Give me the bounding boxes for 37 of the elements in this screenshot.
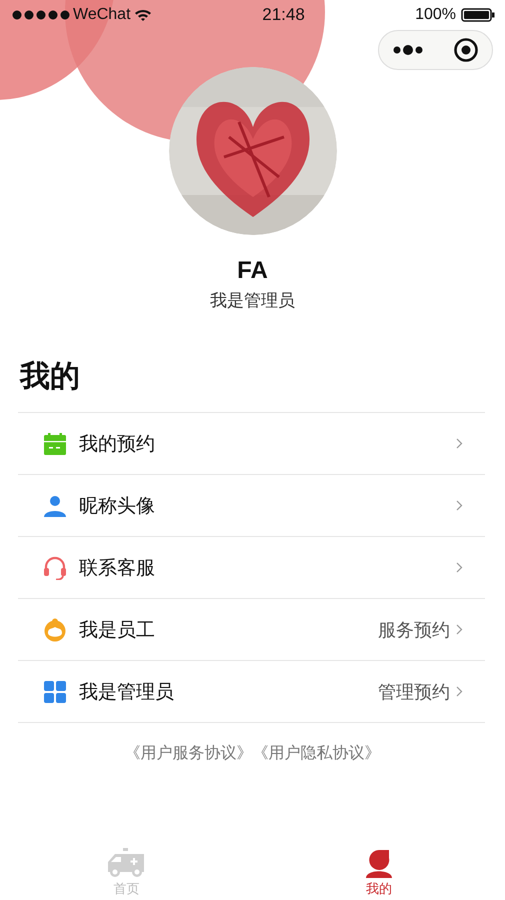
grid-icon	[43, 680, 67, 704]
menu-value: 服务预约	[378, 618, 450, 642]
calendar-icon	[43, 432, 67, 456]
agreement-link[interactable]: 《用户服务协议》	[124, 743, 252, 764]
target-icon	[452, 37, 479, 63]
chevron-icon	[456, 624, 463, 635]
wifi-icon	[134, 8, 152, 22]
section-title: 我的	[20, 358, 81, 396]
menu-item[interactable]: 我是管理员 管理预约	[18, 661, 485, 723]
menu-label: 联系客服	[79, 556, 156, 580]
menu-label: 我是员工	[79, 618, 156, 642]
menu-label: 我的预约	[79, 432, 156, 456]
chevron-icon	[456, 686, 463, 697]
headset-icon	[43, 556, 67, 580]
menu-item[interactable]: 昵称头像	[18, 475, 485, 537]
staff-icon	[43, 618, 67, 642]
menu-value: 管理预约	[378, 680, 450, 704]
battery-percent: 100%	[415, 6, 456, 24]
chevron-icon	[456, 438, 463, 449]
user-role: 我是管理员	[209, 290, 296, 312]
menu-item[interactable]: 我是员工 服务预约	[18, 599, 485, 661]
menu-label: 昵称头像	[79, 494, 156, 518]
person-icon	[43, 494, 67, 518]
agreement-link[interactable]: 《用户隐私协议》	[252, 743, 380, 764]
person-icon	[364, 848, 393, 878]
tab-item[interactable]: 我的	[252, 840, 505, 898]
clock-time: 21:48	[261, 5, 306, 25]
signal-icon	[12, 10, 70, 20]
user-name: FA	[236, 257, 269, 285]
chevron-icon	[456, 562, 463, 573]
menu-item[interactable]: 联系客服	[18, 537, 485, 599]
ambulance-icon	[106, 848, 146, 878]
carrier-name: WeChat	[73, 6, 131, 24]
menu-item[interactable]: 我的预约	[18, 413, 485, 475]
menu-label: 我是管理员	[79, 680, 175, 704]
battery-icon	[461, 8, 495, 22]
chevron-icon	[456, 500, 463, 511]
